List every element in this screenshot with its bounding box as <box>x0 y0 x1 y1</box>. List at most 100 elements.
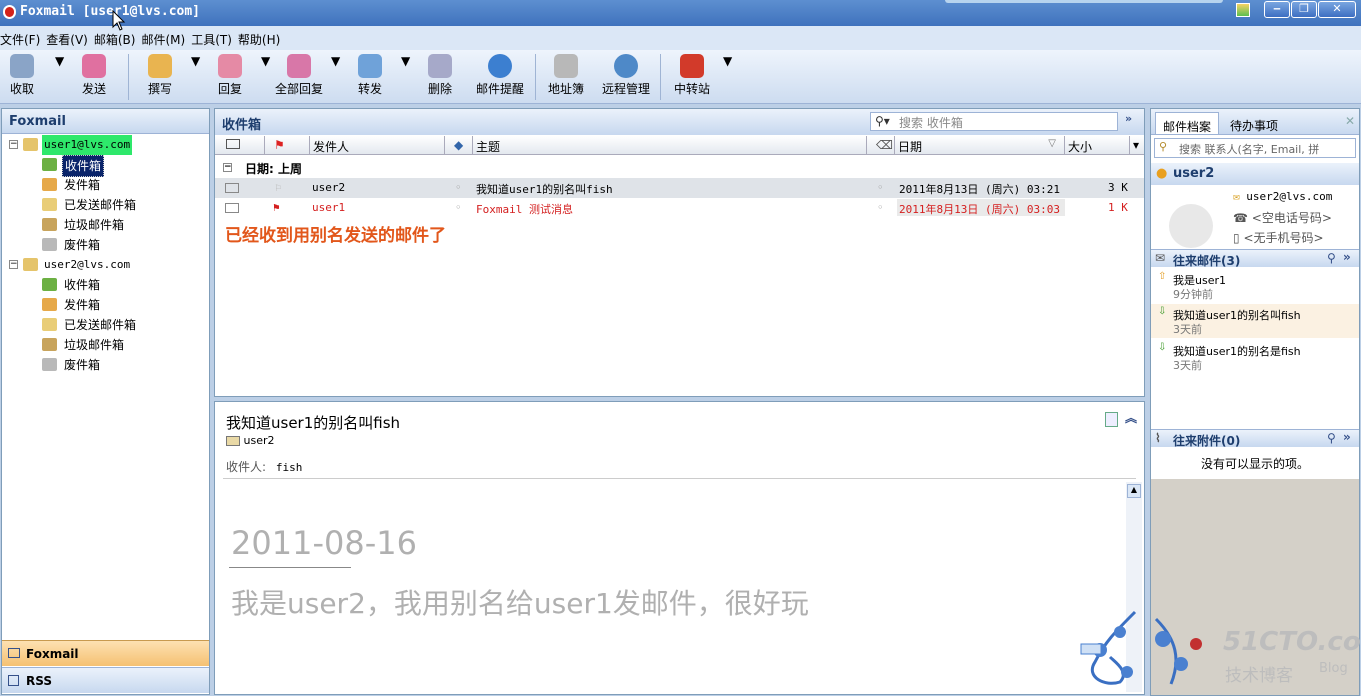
expand-icon[interactable]: » <box>1125 112 1132 125</box>
search-icon[interactable]: ⚲ <box>1327 251 1336 265</box>
preview-from[interactable]: user2 <box>226 434 275 447</box>
contact-pane: 邮件档案 待办事项 ✕ ⚲ 搜索 联系人(名字, Email, 拼 ● user… <box>1150 108 1361 696</box>
expand-icon[interactable]: » <box>1343 430 1351 444</box>
contact-email[interactable]: ✉ user2@lvs.com <box>1233 190 1332 203</box>
related-mail-item[interactable]: ⇧ 我是user1 9分钟前 <box>1151 269 1359 303</box>
contact-mobile[interactable]: ▯ <无手机号码> <box>1233 229 1324 246</box>
close-button[interactable]: ✕ <box>1318 1 1356 18</box>
related-mail-item[interactable]: ⇩ 我知道user1的别名叫fish 3天前 <box>1151 304 1359 338</box>
related-attachments-header[interactable]: ⌇ 往来附件(0) ⚲ » <box>1151 429 1359 448</box>
contact-card-icon <box>226 436 240 446</box>
address-book-button[interactable]: 地址簿 <box>548 54 584 97</box>
paperclip-icon: ⌇ <box>1155 431 1161 445</box>
priority-dot-icon: ◦ <box>455 201 462 214</box>
body-text: 我是user2，我用别名给user1发邮件，很好玩 <box>231 587 809 620</box>
menu-mail[interactable]: 邮件(M) <box>141 26 191 48</box>
forward-button[interactable]: 转发 <box>358 54 382 97</box>
menu-help[interactable]: 帮助(H) <box>238 26 286 48</box>
forward-dropdown-icon[interactable]: ▼ <box>401 54 410 68</box>
col-priority[interactable]: ◆ <box>445 136 473 155</box>
transfer-dropdown-icon[interactable]: ▼ <box>723 54 732 68</box>
maximize-button[interactable]: ❐ <box>1291 1 1317 18</box>
folder-inbox[interactable]: 收件箱 <box>2 155 209 177</box>
collapse-header-icon[interactable]: ︽ <box>1125 409 1137 426</box>
menu-file[interactable]: 文件(F) <box>0 26 46 48</box>
reminder-button[interactable]: 邮件提醒 <box>476 54 524 97</box>
transfer-icon <box>680 54 704 78</box>
minimize-button[interactable]: ‒ <box>1264 1 1290 18</box>
receive-dropdown-icon[interactable]: ▼ <box>55 54 64 68</box>
skin-icon[interactable] <box>1236 3 1250 17</box>
close-icon[interactable]: ✕ <box>1345 114 1355 128</box>
account-label: user1@lvs.com <box>42 135 133 155</box>
message-row[interactable]: ⚑ user1 ◦ Foxmail 测试消息 ◦ 2011年8月13日 (周六)… <box>215 198 1144 218</box>
menu-tools[interactable]: 工具(T) <box>191 26 238 48</box>
body-divider <box>229 567 351 568</box>
collapse-icon[interactable]: − <box>9 140 18 149</box>
column-chooser-icon[interactable]: ▾ <box>1130 136 1144 155</box>
col-read-status[interactable] <box>215 136 265 155</box>
folder-outbox[interactable]: 发件箱 <box>2 295 209 315</box>
account-user2[interactable]: − user2@lvs.com <box>2 255 209 275</box>
outbox-icon <box>42 298 57 311</box>
date-group-header[interactable]: − 日期: 上周 <box>215 158 1144 178</box>
account-user1[interactable]: − user1@lvs.com <box>2 135 209 155</box>
folder-outbox[interactable]: 发件箱 <box>2 175 209 195</box>
col-flag[interactable]: ⚑ <box>265 136 310 155</box>
reply-dropdown-icon[interactable]: ▼ <box>261 54 270 68</box>
mail-icon <box>8 648 20 658</box>
reply-icon <box>218 54 242 78</box>
folder-trash[interactable]: 废件箱 <box>2 235 209 255</box>
col-attachment[interactable]: ⌫ <box>867 136 895 155</box>
collapse-icon[interactable]: − <box>9 260 18 269</box>
message-list-pane: 收件箱 ⚲▾ 搜索 收件箱 » ⚑ 发件人 ◆ 主题 ⌫ 日期 ▽ 大小 ▾ − … <box>214 108 1145 397</box>
col-size[interactable]: 大小 <box>1065 136 1130 155</box>
person-icon: ● <box>1156 166 1168 181</box>
rss-nav-button[interactable]: RSS <box>2 667 209 693</box>
foxmail-nav-button[interactable]: Foxmail <box>2 640 209 666</box>
folder-inbox[interactable]: 收件箱 <box>2 275 209 295</box>
send-button[interactable]: 发送 <box>82 54 106 97</box>
document-icon[interactable] <box>1105 412 1118 427</box>
col-subject[interactable]: 主题 <box>473 136 867 155</box>
tab-mail-archive[interactable]: 邮件档案 <box>1155 112 1220 134</box>
reply-button[interactable]: 回复 <box>218 54 242 97</box>
folder-junk[interactable]: 垃圾邮件箱 <box>2 215 209 235</box>
attachment-icon: ⌫ <box>876 138 893 152</box>
expand-icon[interactable]: » <box>1343 250 1351 264</box>
related-mails-header[interactable]: ✉ 往来邮件(3) ⚲ » <box>1151 249 1359 268</box>
title-bar: Foxmail [user1@lvs.com] ‒ ❐ ✕ <box>0 0 1361 26</box>
folder-sent[interactable]: 已发送邮件箱 <box>2 195 209 215</box>
folder-sent[interactable]: 已发送邮件箱 <box>2 315 209 335</box>
remote-management-button[interactable]: 远程管理 <box>602 54 650 97</box>
rss-icon <box>8 675 19 686</box>
reply-all-button[interactable]: 全部回复 <box>275 54 323 97</box>
contact-search-input[interactable]: ⚲ 搜索 联系人(名字, Email, 拼 <box>1154 138 1356 158</box>
list-search-input[interactable]: ⚲▾ 搜索 收件箱 <box>870 112 1118 131</box>
delete-button[interactable]: 删除 <box>428 54 452 97</box>
folder-tree: − user1@lvs.com 收件箱 发件箱 已发送邮件箱 垃圾邮件箱 废件箱… <box>2 134 209 375</box>
message-row[interactable]: ⚐ user2 ◦ 我知道user1的别名叫fish ◦ 2011年8月13日 … <box>215 178 1144 198</box>
receive-button[interactable]: 收取 <box>10 54 34 97</box>
address-book-icon <box>554 54 578 78</box>
contact-phone[interactable]: ☎ <空电话号码> <box>1233 209 1332 226</box>
folder-trash[interactable]: 废件箱 <box>2 355 209 375</box>
transfer-station-button[interactable]: 中转站 <box>674 54 710 97</box>
folder-junk[interactable]: 垃圾邮件箱 <box>2 335 209 355</box>
reply-all-dropdown-icon[interactable]: ▼ <box>331 54 340 68</box>
menu-view[interactable]: 查看(V) <box>46 26 94 48</box>
junk-icon <box>42 218 57 231</box>
attachment-dot-icon: ◦ <box>877 181 884 194</box>
col-date[interactable]: 日期 ▽ <box>895 136 1065 155</box>
col-from[interactable]: 发件人 <box>310 136 445 155</box>
compose-dropdown-icon[interactable]: ▼ <box>191 54 200 68</box>
compose-button[interactable]: 撰写 <box>148 54 172 97</box>
search-icon[interactable]: ⚲ <box>1327 431 1336 445</box>
related-mail-item[interactable]: ⇩ 我知道user1的别名是fish 3天前 <box>1151 340 1359 374</box>
tab-todo[interactable]: 待办事项 <box>1223 112 1285 134</box>
avatar[interactable] <box>1169 204 1213 248</box>
sort-icon: ▽ <box>1048 138 1056 149</box>
scroll-up-icon[interactable]: ▲ <box>1127 484 1141 498</box>
account-icon <box>23 258 38 271</box>
collapse-icon[interactable]: − <box>223 163 232 172</box>
